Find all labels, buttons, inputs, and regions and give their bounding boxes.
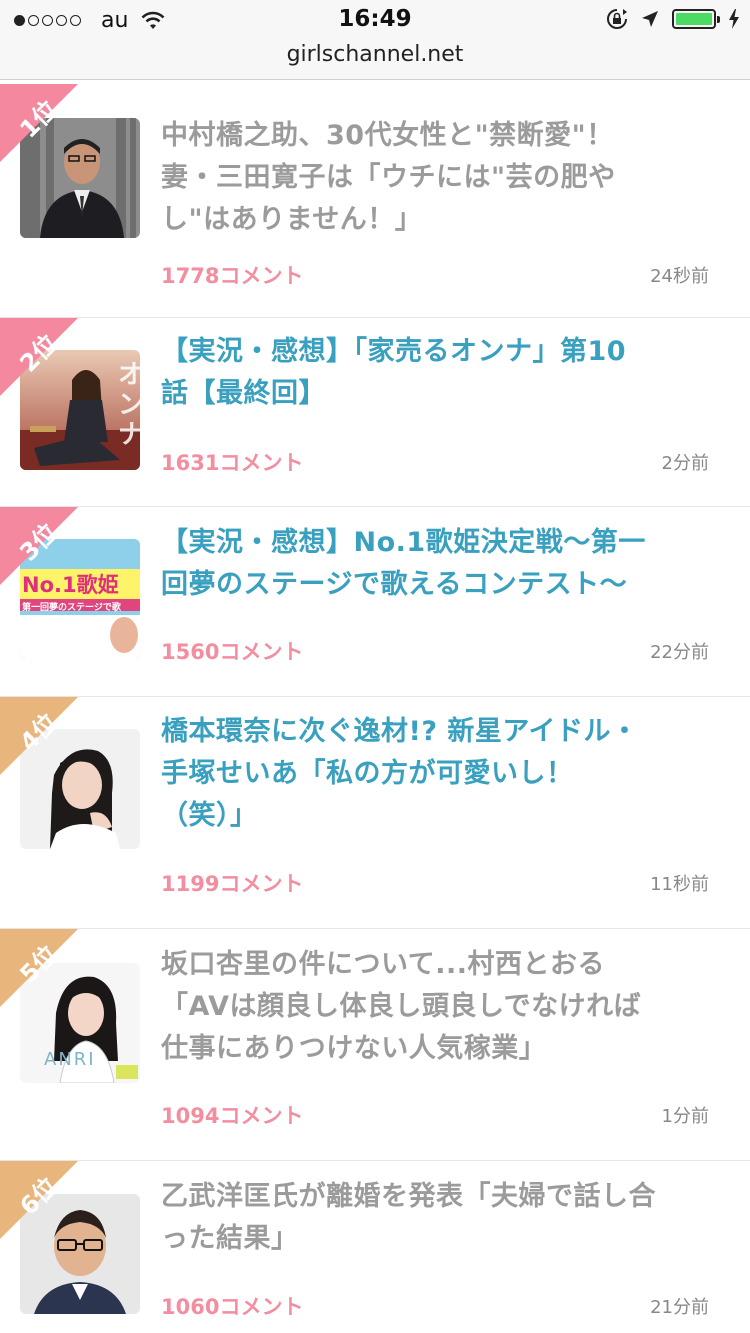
posted-ago: 24秒前 <box>650 266 709 287</box>
thumbnail-caption: ANRI <box>44 1049 96 1070</box>
posted-ago: 11秒前 <box>650 874 709 895</box>
rank-ribbon: 2位 <box>0 318 82 400</box>
rank-ribbon: 4位 <box>0 697 82 779</box>
comment-count: 1560コメント <box>161 640 304 664</box>
topic-title-text[interactable]: 橋本環奈に次ぐ逸材!? 新星アイドル・ 手塚せいあ「私の方が可愛いし！ （笑）」 <box>161 716 639 831</box>
address-bar-url[interactable]: girlschannel.net <box>0 42 750 67</box>
location-arrow-icon <box>642 11 658 27</box>
thumbnail-subcaption: 第一回夢のステージで歌 <box>22 603 121 613</box>
comment-count: 1631コメント <box>161 451 304 475</box>
ranking-item-6[interactable]: 6位 乙武洋匡氏が離婚を発表「夫婦で話し合 った結果」 1060コメント 21分… <box>0 1161 750 1333</box>
comment-count: 1060コメント <box>161 1295 304 1319</box>
ranking-item-3[interactable]: 3位 No.1歌姫 第一回夢のステージで歌 【実況・感想】No.1歌姫決定戦～第… <box>0 507 750 697</box>
topic-title[interactable]: 坂口杏里の件について...村西とおる 「AVは顔良し体良し頭良しでなければ 仕事… <box>161 944 721 1070</box>
topic-title-text[interactable]: 【実況・感想】No.1歌姫決定戦～第一 回夢のステージで歌えるコンテスト～ <box>161 527 646 600</box>
comment-count: 1199コメント <box>161 872 304 896</box>
topic-title-text[interactable]: 中村橋之助、30代女性と"禁断愛"！ 妻・三田寛子は「ウチには"芸の肥や し"は… <box>161 120 616 235</box>
comment-count: 1094コメント <box>161 1104 304 1128</box>
battery-icon <box>672 9 720 29</box>
topic-title[interactable]: 乙武洋匡氏が離婚を発表「夫婦で話し合 った結果」 <box>161 1176 721 1260</box>
rank-ribbon: 3位 <box>0 507 82 589</box>
thumbnail-caption: オンナ <box>118 360 140 450</box>
rank-ribbon: 5位 <box>0 929 82 1011</box>
topic-title[interactable]: 【実況・感想】「家売るオンナ」第10 話【最終回】 <box>161 331 721 415</box>
comment-count: 1778コメント <box>161 264 304 288</box>
rank-ribbon: 6位 <box>0 1161 82 1243</box>
ranking-item-5[interactable]: 5位 ANRI 坂口杏里の件について...村西とおる 「AVは顔良し体良し頭良し… <box>0 929 750 1161</box>
topic-title-text[interactable]: 乙武洋匡氏が離婚を発表「夫婦で話し合 った結果」 <box>161 1181 656 1254</box>
topic-title[interactable]: 中村橋之助、30代女性と"禁断愛"！ 妻・三田寛子は「ウチには"芸の肥や し"は… <box>161 115 721 241</box>
ranking-item-2[interactable]: 2位 オンナ 【実況・感想】「家売るオンナ」第10 話【最終回】 1631コメン… <box>0 318 750 507</box>
status-right <box>606 8 740 30</box>
ranking-list: 1位 中村橋之助、30代女性と"禁断愛"！ 妻・三田寛子は「ウチには"芸の肥や <box>0 84 750 1333</box>
topic-title-text[interactable]: 【実況・感想】「家売るオンナ」第10 話【最終回】 <box>161 336 626 409</box>
charging-bolt-icon <box>729 9 739 29</box>
topic-title[interactable]: 【実況・感想】No.1歌姫決定戦～第一 回夢のステージで歌えるコンテスト～ <box>161 522 721 606</box>
posted-ago: 2分前 <box>661 453 709 474</box>
posted-ago: 1分前 <box>661 1106 709 1127</box>
rank-ribbon: 1位 <box>0 84 82 166</box>
posted-ago: 22分前 <box>650 642 709 663</box>
ranking-item-4[interactable]: 4位 橋本環奈に次ぐ逸材!? 新星アイドル・ 手塚せいあ「私の方が可愛いし！ （… <box>0 697 750 929</box>
status-bar: au 16:49 girlschannel.net <box>0 0 750 80</box>
topic-title-text[interactable]: 坂口杏里の件について...村西とおる 「AVは顔良し体良し頭良しでなければ 仕事… <box>161 949 641 1064</box>
posted-ago: 21分前 <box>650 1297 709 1318</box>
ranking-item-1[interactable]: 1位 中村橋之助、30代女性と"禁断愛"！ 妻・三田寛子は「ウチには"芸の肥や <box>0 84 750 318</box>
rotation-lock-icon <box>607 9 627 29</box>
topic-title[interactable]: 橋本環奈に次ぐ逸材!? 新星アイドル・ 手塚せいあ「私の方が可愛いし！ （笑）」 <box>161 711 721 837</box>
